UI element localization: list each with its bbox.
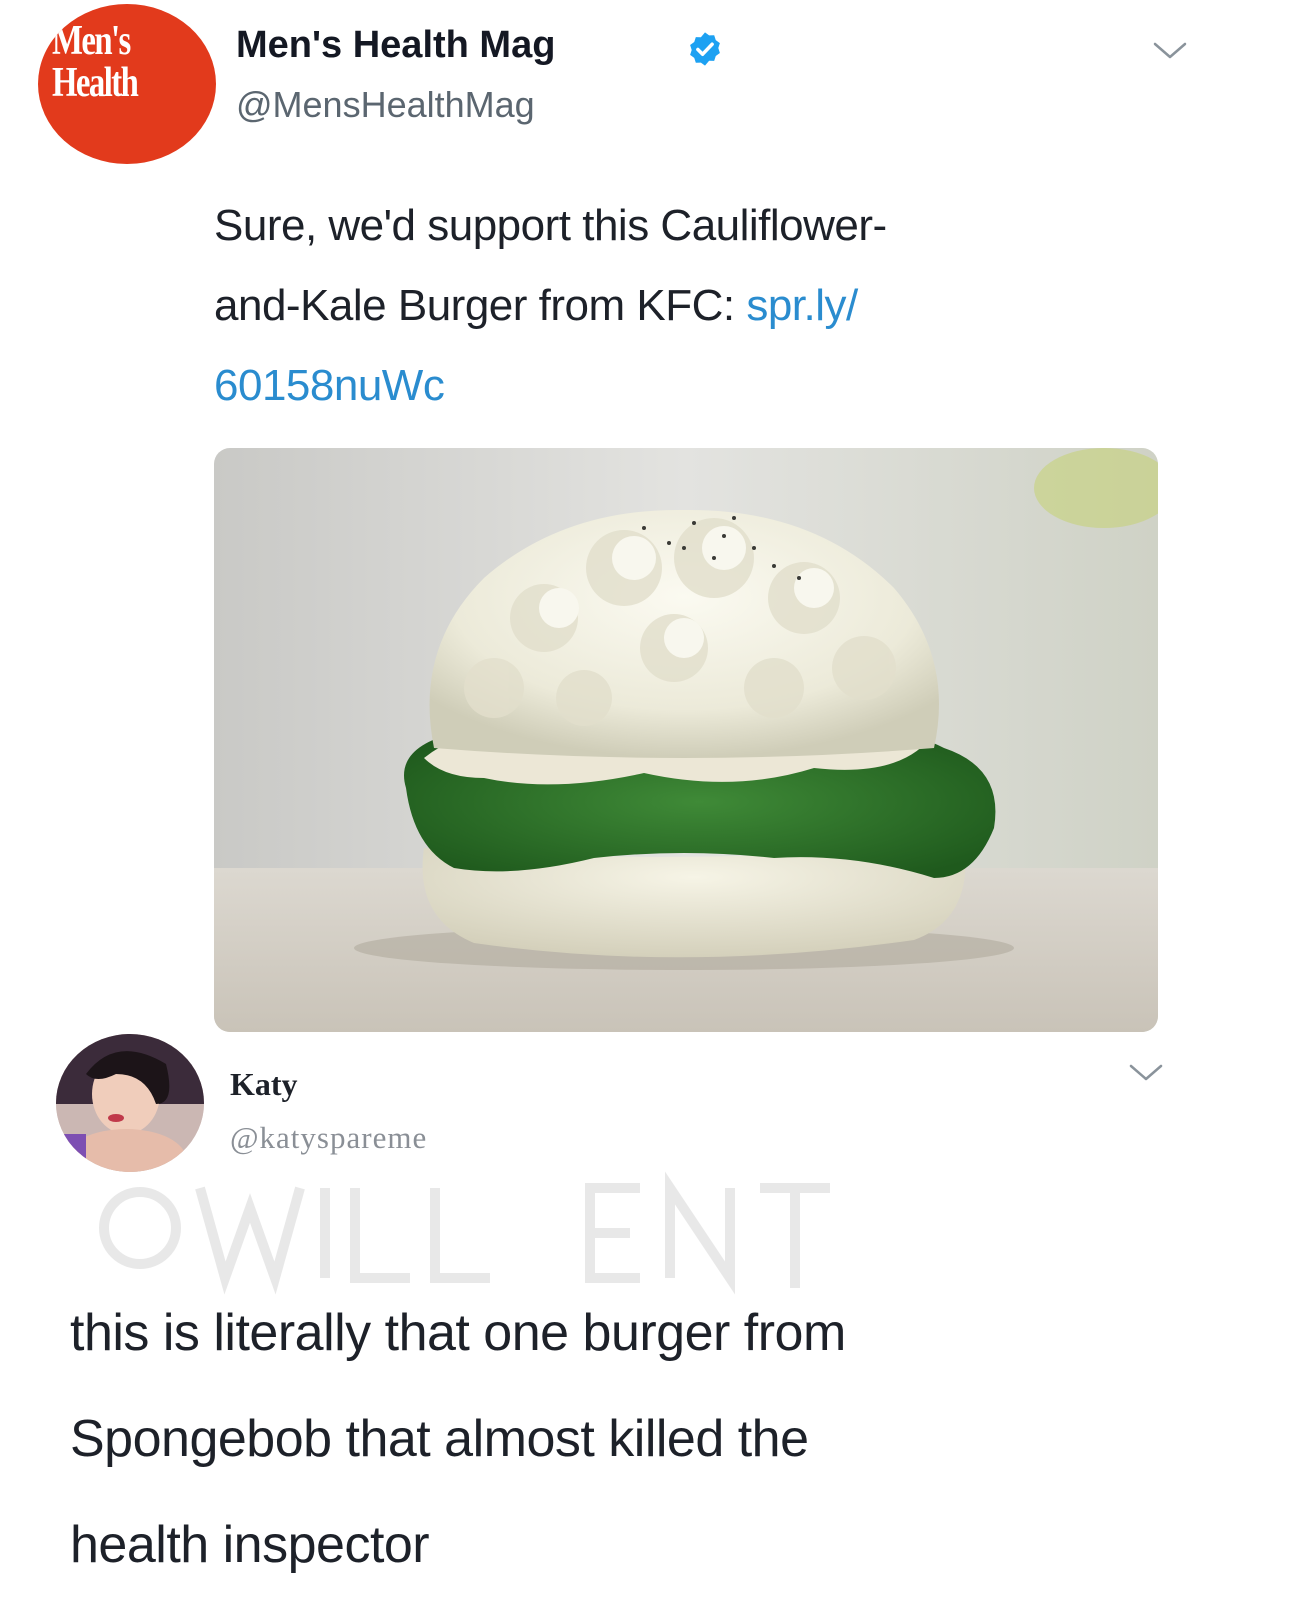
- chevron-down-icon[interactable]: [1152, 40, 1188, 62]
- tweet-photo[interactable]: [214, 448, 1158, 1032]
- tweet-text: this is literally that one burger from S…: [70, 1280, 1230, 1598]
- display-name[interactable]: Men's Health Mag: [236, 24, 555, 67]
- tweet-link[interactable]: spr.ly/: [746, 281, 858, 330]
- tweet-text-line: this is literally that one burger from: [70, 1304, 846, 1362]
- avatar[interactable]: [56, 1034, 204, 1172]
- tweet-text: Sure, we'd support this Cauliflower- and…: [214, 186, 1114, 426]
- profile-photo: [56, 1034, 204, 1172]
- display-name[interactable]: Katy: [230, 1066, 298, 1103]
- tweet-text-line: and-Kale Burger from KFC: spr.ly/: [214, 266, 1114, 346]
- tweet-link[interactable]: 60158nuWc: [214, 361, 445, 410]
- cauliflower-kale-burger-image: [214, 448, 1158, 1032]
- user-handle[interactable]: @katyspareme: [230, 1120, 427, 1156]
- mens-health-logo: Men's Health: [52, 18, 139, 106]
- tweet-text-line: 60158nuWc: [214, 346, 1114, 426]
- tweet-text-line: Spongebob that almost killed the: [70, 1410, 809, 1468]
- tweet-text-segment: and-Kale Burger from KFC:: [214, 281, 747, 330]
- tweet-text-line: health inspector: [70, 1516, 430, 1574]
- chevron-down-icon[interactable]: [1128, 1062, 1164, 1084]
- verified-badge-icon: [690, 32, 720, 66]
- avatar[interactable]: Men's Health: [38, 4, 216, 164]
- tweet-text-line: Sure, we'd support this Cauliflower-: [214, 201, 887, 250]
- user-handle[interactable]: @MensHealthMag: [236, 84, 535, 126]
